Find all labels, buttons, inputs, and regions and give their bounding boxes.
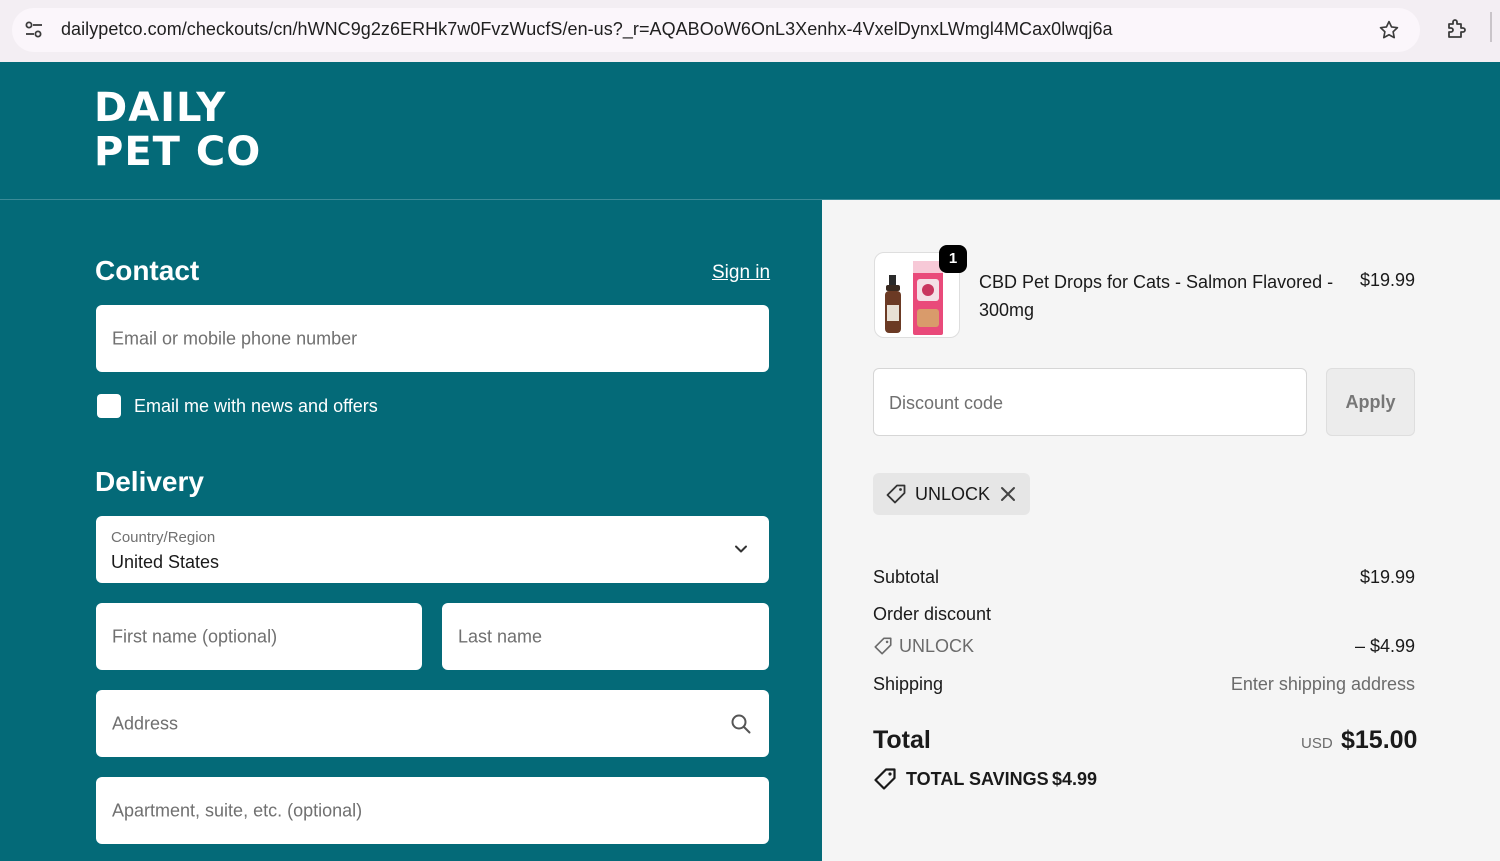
contact-heading: Contact <box>95 255 200 286</box>
last-name-field[interactable]: Last name <box>442 603 769 670</box>
apartment-field[interactable]: Apartment, suite, etc. (optional) <box>96 777 769 844</box>
country-label: Country/Region <box>111 529 216 546</box>
sign-in-link[interactable]: Sign in <box>712 262 770 284</box>
country-select[interactable]: Country/Region United States <box>96 516 769 583</box>
currency-code: USD <box>1301 735 1333 752</box>
total-savings-value: $4.99 <box>1052 769 1098 789</box>
product-name: CBD Pet Drops for Cats - Salmon Flavored… <box>979 272 1334 320</box>
subtotal-value: $19.99 <box>1359 567 1415 587</box>
quantity-badge: 1 <box>939 245 967 273</box>
search-icon <box>731 714 751 734</box>
order-discount-row: Order discount <box>873 604 1415 625</box>
first-name-field[interactable]: First name (optional) <box>96 603 422 670</box>
url-text[interactable]: dailypetco.com/checkouts/cn/hWNC9g2z6ERH… <box>61 19 1113 40</box>
site-header: DAILY PET CO <box>0 62 1500 200</box>
email-field[interactable]: Email or mobile phone number <box>96 305 769 372</box>
country-value: United States <box>111 552 220 572</box>
newsletter-label[interactable]: Email me with news and offers <box>134 396 378 417</box>
daily-pet-co-logo[interactable]: DAILY PET CO <box>94 85 262 175</box>
discount-code-field[interactable]: Discount code <box>873 368 1307 436</box>
applied-code: UNLOCK <box>915 484 991 504</box>
first-name-placeholder: First name (optional) <box>112 626 278 646</box>
newsletter-checkbox[interactable] <box>97 394 121 418</box>
checkout-form: Contact Sign in Email or mobile phone nu… <box>0 200 822 861</box>
total-value: $15.00 <box>1341 726 1418 754</box>
product-price: $19.99 <box>1359 270 1415 290</box>
apply-button[interactable]: Apply <box>1326 368 1415 436</box>
tag-icon <box>886 484 906 504</box>
address-bar[interactable]: dailypetco.com/checkouts/cn/hWNC9g2z6ERH… <box>12 8 1420 52</box>
extensions-icon[interactable] <box>1445 17 1469 41</box>
discount-code-text: UNLOCK <box>899 636 975 656</box>
logo-line-2: PET CO <box>94 129 262 175</box>
close-icon[interactable] <box>999 485 1017 503</box>
shipping-value: Enter shipping address <box>1230 674 1415 694</box>
apartment-placeholder: Apartment, suite, etc. (optional) <box>112 800 363 820</box>
discount-value: – $4.99 <box>1354 636 1415 656</box>
address-field[interactable]: Address <box>96 690 769 757</box>
subtotal-row: Subtotal $19.99 <box>873 567 1415 588</box>
shipping-row: Shipping Enter shipping address <box>873 674 1415 695</box>
tag-icon <box>874 637 892 655</box>
shipping-label: Shipping <box>873 674 944 694</box>
total-label: Total <box>873 726 931 754</box>
email-placeholder: Email or mobile phone number <box>112 328 358 348</box>
subtotal-label: Subtotal <box>873 567 940 587</box>
order-summary: 1 CBD Pet Drops for Cats - Salmon Flavor… <box>822 200 1500 861</box>
total-savings-label: TOTAL SAVINGS <box>906 769 1049 789</box>
savings-tag-icon <box>874 768 896 790</box>
bookmark-star-icon[interactable] <box>1378 19 1400 41</box>
applied-discount-chip: UNLOCK <box>873 473 1030 515</box>
address-placeholder: Address <box>112 713 179 733</box>
window-edge <box>1490 12 1492 42</box>
delivery-heading: Delivery <box>95 466 204 497</box>
chevron-down-icon <box>735 545 747 553</box>
last-name-placeholder: Last name <box>458 626 543 646</box>
discount-placeholder: Discount code <box>889 393 1004 413</box>
site-settings-icon[interactable] <box>24 20 44 40</box>
browser-toolbar: dailypetco.com/checkouts/cn/hWNC9g2z6ERH… <box>0 0 1500 62</box>
order-discount-label: Order discount <box>873 604 992 624</box>
logo-line-1: DAILY <box>94 85 227 131</box>
